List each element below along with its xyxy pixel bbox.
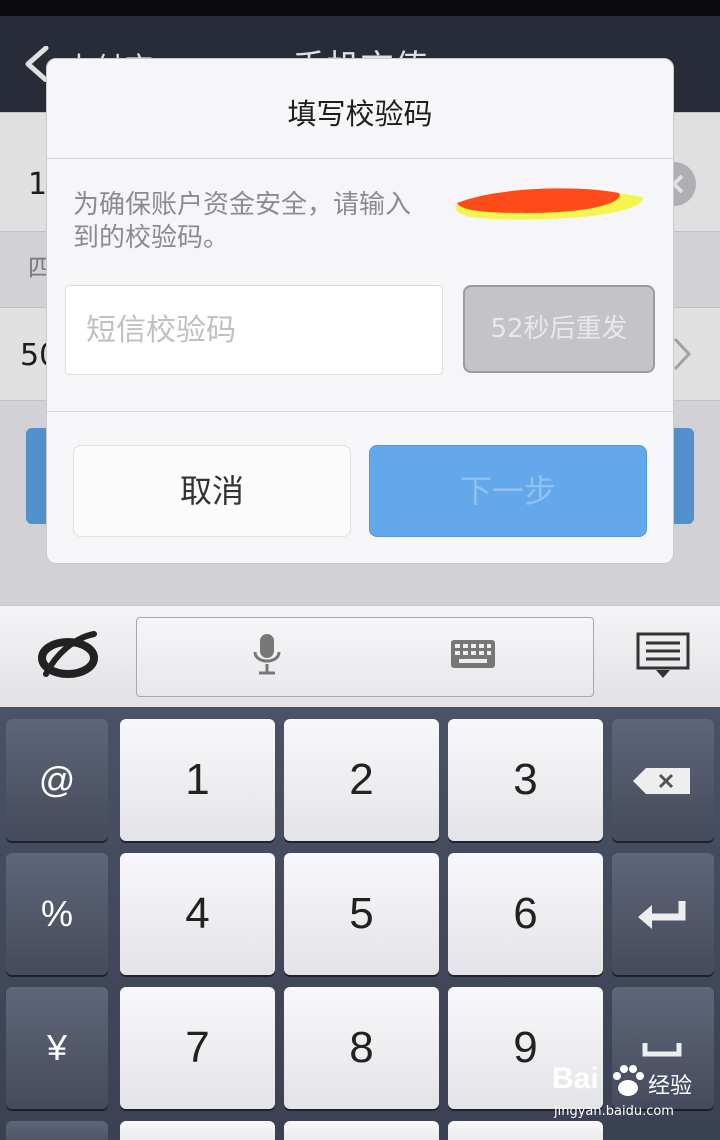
key-7[interactable]: 7 <box>120 987 275 1109</box>
key-percent[interactable]: % <box>6 853 108 975</box>
backspace-icon <box>633 768 690 794</box>
sms-code-input[interactable] <box>65 285 443 375</box>
key-enter[interactable] <box>612 853 714 975</box>
cancel-button[interactable]: 取消 <box>73 445 351 537</box>
key-5[interactable]: 5 <box>284 853 439 975</box>
baidu-jingyan-watermark: Bai 经验 jingyan.baidu.com <box>552 1062 712 1126</box>
key-partial[interactable] <box>284 1121 439 1140</box>
hide-keyboard-icon[interactable] <box>636 632 690 680</box>
space-icon <box>642 1043 682 1057</box>
input-mode-bar <box>136 617 594 697</box>
key-4[interactable]: 4 <box>120 853 275 975</box>
key-yen[interactable]: ¥ <box>6 987 108 1109</box>
resend-button[interactable]: 52秒后重发 <box>463 285 655 373</box>
key-8[interactable]: 8 <box>284 987 439 1109</box>
ime-logo-icon[interactable] <box>36 628 100 684</box>
key-3[interactable]: 3 <box>448 719 603 841</box>
dialog-message-text-2: 到的校验码。 <box>73 223 230 253</box>
next-step-button[interactable]: 下一步 <box>369 445 647 537</box>
divider <box>47 158 673 159</box>
keyboard-toolbar <box>0 605 720 707</box>
dialog-title: 填写校验码 <box>287 97 433 131</box>
key-at[interactable]: @ <box>6 719 108 841</box>
key-6[interactable]: 6 <box>448 853 603 975</box>
keyboard-icon[interactable] <box>450 639 496 669</box>
key-1[interactable]: 1 <box>120 719 275 841</box>
key-backspace[interactable] <box>612 719 714 841</box>
watermark-brand: Bai <box>552 1062 599 1095</box>
watermark-cn: 经验 <box>648 1074 693 1099</box>
key-2[interactable]: 2 <box>284 719 439 841</box>
verification-dialog: 填写校验码 为确保账户资金安全，请输入 到的校验码。 52秒后重发 取消 下一步 <box>46 58 674 564</box>
enter-icon <box>638 901 686 929</box>
key-partial[interactable] <box>6 1121 108 1140</box>
key-partial[interactable] <box>120 1121 275 1140</box>
redaction-mark <box>455 188 644 220</box>
watermark-url: jingyan.baidu.com <box>554 1104 674 1119</box>
paw-icon <box>613 1065 644 1096</box>
divider <box>47 411 673 412</box>
microphone-icon[interactable] <box>252 632 282 676</box>
dialog-message-text: 为确保账户资金安全，请输入 <box>73 190 412 220</box>
